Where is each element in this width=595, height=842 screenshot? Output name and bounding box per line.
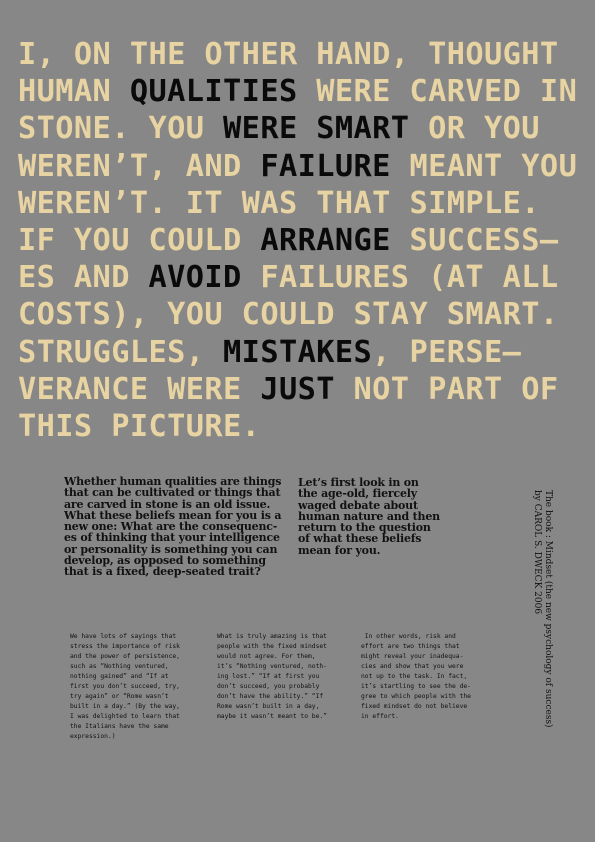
- text-line: would not agree. For them,: [217, 653, 316, 660]
- text-line: people with the fixed mindset: [217, 643, 327, 650]
- text-line: it’s “Nothing ventured, noth-: [217, 663, 327, 670]
- headline-text: VERANCE WERE: [18, 371, 261, 407]
- text-line: In other words, risk and: [361, 633, 456, 640]
- text-line: stress the importance of risk: [70, 643, 180, 650]
- text-line: mean for you.: [298, 543, 381, 557]
- headline-line: ES AND AVOID FAILURES (AT ALL: [18, 259, 593, 296]
- headline-text: MEANT YOU: [390, 148, 578, 184]
- headline-text: COSTS), YOU COULD STAY SMART.: [18, 297, 559, 333]
- headline: I, ON THE OTHER HAND, THOUGHT HUMAN QUALI…: [18, 36, 593, 445]
- text-line: that can be cultivated or things that: [64, 486, 281, 500]
- headline-text: , PERSE–: [372, 334, 522, 370]
- headline-text: I, ON THE OTHER HAND, THOUGHT: [18, 37, 559, 72]
- headline-text: STONE. YOU: [18, 111, 224, 147]
- headline-text: OR YOU: [409, 111, 540, 147]
- text-line: not up to the task. In fact,: [361, 673, 468, 680]
- text-line: I was delighted to learn that: [70, 713, 180, 720]
- headline-text: WEREN’T, AND: [18, 148, 261, 184]
- text-line: such as “Nothing ventured,: [70, 663, 169, 670]
- text-line: don’t have the ability.” “If: [217, 693, 324, 700]
- intro-paragraph: Whether human qualities are things that c…: [64, 476, 281, 578]
- fixed-mindset-paragraph: What is truly amazing is that people with…: [217, 632, 327, 722]
- headline-line: I, ON THE OTHER HAND, THOUGHT: [18, 36, 593, 73]
- text-line: effort are two things that: [361, 643, 460, 650]
- text-line: cies and show that you were: [361, 663, 464, 670]
- headline-line: STRUGGLES, MISTAKES, PERSE–: [18, 334, 593, 371]
- text-line: expression.): [70, 733, 116, 740]
- headline-emphasis: WERE SMART: [223, 111, 410, 147]
- headline-text: STRUGGLES,: [18, 334, 224, 370]
- headline-line: HUMAN QUALITIES WERE CARVED IN: [18, 73, 593, 110]
- text-line: in effort.: [361, 713, 399, 720]
- headline-text: HUMAN: [18, 74, 130, 110]
- headline-line: VERANCE WERE JUST NOT PART OF: [18, 371, 593, 408]
- headline-emphasis: FAILURE: [260, 148, 391, 184]
- text-line: We have lots of sayings that: [70, 633, 177, 640]
- headline-line: COSTS), YOU COULD STAY SMART.: [18, 296, 593, 333]
- headline-emphasis: JUST: [260, 371, 335, 407]
- text-line: nothing gained” and “If at: [70, 673, 169, 680]
- risk-effort-paragraph: In other words, risk and effort are two t…: [361, 632, 471, 722]
- headline-line: IF YOU COULD ARRANGE SUCCESS–: [18, 222, 593, 259]
- headline-text: NOT PART OF: [334, 371, 559, 407]
- headline-text: WEREN’T. IT WAS THAT SIMPLE.: [18, 185, 540, 221]
- text-line: that is a fixed, deep-seated trait?: [64, 565, 261, 579]
- book-author: by CAROL S. DWECK 2006: [532, 490, 542, 615]
- sayings-paragraph: We have lots of sayings that stress the i…: [70, 632, 180, 742]
- headline-text: WERE CARVED IN: [297, 74, 578, 110]
- headline-text: ES AND: [18, 260, 149, 296]
- text-line: might reveal your inadequa-: [361, 653, 464, 660]
- second-paragraph: Let’s first look in on the age-old, fierc…: [298, 477, 440, 556]
- text-line: the age-old, fiercely: [298, 487, 417, 501]
- text-line: ing lost.” “If at first you: [217, 673, 320, 680]
- text-line: the Italians have the same: [70, 723, 169, 730]
- headline-line: WEREN’T, AND FAILURE MEANT YOU: [18, 148, 593, 185]
- text-line: Rome wasn’t built in a day,: [217, 703, 320, 710]
- headline-text: FAILURES (AT ALL: [241, 260, 559, 296]
- headline-text: SUCCESS–: [390, 222, 559, 258]
- book-title: The book : Mindset (the new psychology o…: [543, 490, 553, 728]
- headline-line: THIS PICTURE.: [18, 408, 593, 445]
- headline-text: THIS PICTURE.: [18, 408, 261, 444]
- headline-text: IF YOU COULD: [18, 222, 261, 258]
- headline-emphasis: MISTAKES: [223, 334, 373, 370]
- book-credit: The book : Mindset (the new psychology o…: [531, 490, 553, 728]
- text-line: try again” or “Rome wasn’t: [70, 693, 169, 700]
- text-line: What is truly amazing is that: [217, 633, 327, 640]
- headline-emphasis: QUALITIES: [129, 74, 298, 110]
- text-line: and the power of persistence,: [70, 653, 180, 660]
- headline-line: WEREN’T. IT WAS THAT SIMPLE.: [18, 185, 593, 222]
- text-line: don’t succeed, you probably: [217, 683, 320, 690]
- text-line: first you don’t succeed, try,: [70, 683, 180, 690]
- headline-line: STONE. YOU WERE SMART OR YOU: [18, 110, 593, 147]
- headline-emphasis: AVOID: [148, 260, 242, 296]
- headline-emphasis: ARRANGE: [260, 222, 391, 258]
- text-line: built in a day.” (By the way,: [70, 703, 180, 710]
- text-line: gree to which people with the: [361, 693, 471, 700]
- text-line: maybe it wasn’t meant to be.”: [217, 713, 327, 720]
- text-line: it’s startling to see the de-: [361, 683, 471, 690]
- text-line: fixed mindset do not believe: [361, 703, 468, 710]
